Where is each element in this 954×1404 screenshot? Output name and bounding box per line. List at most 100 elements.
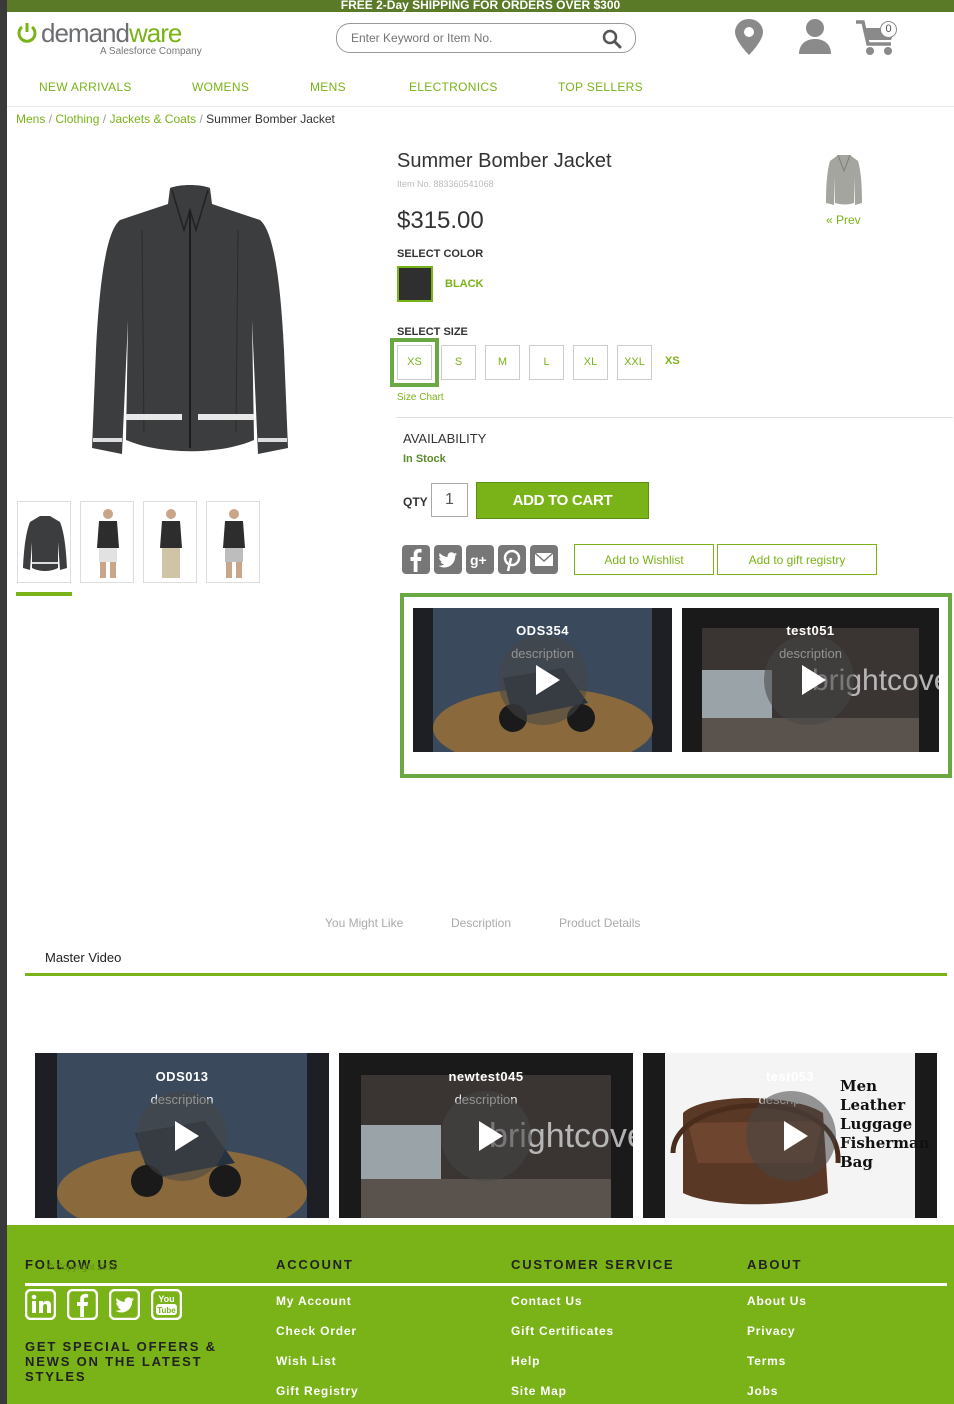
footer-link-about-us[interactable]: About Us <box>747 1294 807 1308</box>
store-locator-icon[interactable] <box>733 18 765 56</box>
tab-product-details[interactable]: Product Details <box>559 916 640 930</box>
size-s[interactable]: S <box>441 345 476 380</box>
breadcrumb: Mens / Clothing / Jackets & Coats / Summ… <box>16 112 335 126</box>
play-icon[interactable] <box>498 635 588 725</box>
add-to-cart-button[interactable]: ADD TO CART <box>476 482 649 519</box>
logo-tagline: A Salesforce Company <box>100 46 202 57</box>
footer-link-my-account[interactable]: My Account <box>276 1294 352 1308</box>
video-thumbnail[interactable]: ODS354 description <box>413 608 672 752</box>
nav-top-sellers[interactable]: TOP SELLERS <box>558 80 643 94</box>
power-icon <box>17 23 37 43</box>
main-nav: NEW ARRIVALS WOMENS MENS ELECTRONICS TOP… <box>7 72 954 107</box>
play-icon[interactable] <box>137 1091 227 1181</box>
facebook-icon[interactable] <box>67 1289 98 1320</box>
nav-womens[interactable]: WOMENS <box>192 80 249 94</box>
product-thumbnail[interactable] <box>17 501 71 583</box>
stock-status: In Stock <box>403 453 446 465</box>
product-thumbnail[interactable] <box>206 501 260 583</box>
item-number: Item No. 883360541068 <box>397 179 494 189</box>
product-thumbnail[interactable] <box>80 501 134 583</box>
footer-link-jobs[interactable]: Jobs <box>747 1384 778 1398</box>
add-to-wishlist-button[interactable]: Add to Wishlist <box>574 544 714 575</box>
product-page: FREE 2-Day SHIPPING FOR ORDERS OVER $300… <box>0 0 954 1404</box>
linkedin-icon[interactable] <box>25 1289 56 1320</box>
size-xxl[interactable]: XXL <box>617 345 652 380</box>
video-title: ODS013 <box>155 1069 209 1084</box>
size-m[interactable]: M <box>485 345 520 380</box>
video-thumbnail[interactable]: newtest045 description brightcove <box>339 1053 633 1218</box>
size-l[interactable]: L <box>529 345 564 380</box>
color-swatch-black[interactable] <box>397 266 433 302</box>
breadcrumb-jackets-coats[interactable]: Jackets & Coats <box>109 112 196 126</box>
play-icon[interactable] <box>441 1091 531 1181</box>
search-icon[interactable] <box>601 29 623 49</box>
promo-banner: FREE 2-Day SHIPPING FOR ORDERS OVER $300 <box>7 0 954 12</box>
breadcrumb-separator: / <box>102 112 107 126</box>
footer-link-gift-certificates[interactable]: Gift Certificates <box>511 1324 614 1338</box>
nav-mens[interactable]: MENS <box>310 80 346 94</box>
demandware-logo[interactable]: demandware A Salesforce Company <box>16 18 216 60</box>
logo-wordmark: demandware <box>41 18 182 48</box>
breadcrumb-clothing[interactable]: Clothing <box>55 112 99 126</box>
video-thumbnail[interactable]: test053 description Men Leather Luggage … <box>643 1053 937 1218</box>
cart-count-badge: 0 <box>880 21 897 38</box>
product-main-image[interactable] <box>80 170 300 470</box>
thumbnail-selected-indicator <box>16 592 72 596</box>
video-overlay-text: Men Leather Luggage Fisherman Bag <box>840 1077 930 1171</box>
master-video-title: Master Video <box>45 950 122 965</box>
newsletter-offers-heading: GET SPECIAL OFFERS & NEWS ON THE LATEST … <box>25 1339 217 1384</box>
product-title: Summer Bomber Jacket <box>397 150 612 172</box>
quantity-input[interactable] <box>431 483 468 517</box>
video-thumbnail[interactable]: ODS013 description <box>35 1053 329 1218</box>
search-box <box>336 23 636 53</box>
footer-link-terms[interactable]: Terms <box>747 1354 786 1368</box>
divider <box>397 417 953 418</box>
footer-divider <box>25 1283 947 1286</box>
google-plus-icon[interactable]: g+ <box>466 545 494 574</box>
select-size-label: SELECT SIZE <box>397 326 468 338</box>
customer-service-heading: CUSTOMER SERVICE <box>511 1257 675 1272</box>
prev-product-link[interactable]: « Prev <box>826 213 861 227</box>
footer-link-contact-us[interactable]: Contact Us <box>511 1294 582 1308</box>
video-thumbnail[interactable]: test051 description brightcove <box>682 608 939 752</box>
prev-product-image[interactable] <box>824 153 864 207</box>
email-icon[interactable] <box>530 545 558 574</box>
size-selection-highlight <box>390 338 439 387</box>
breadcrumb-mens[interactable]: Mens <box>16 112 45 126</box>
play-icon[interactable] <box>764 635 854 725</box>
nav-electronics[interactable]: ELECTRONICS <box>409 80 498 94</box>
footer: FOLLOW US © Copyright 2015 ACCOUNT CUSTO… <box>7 1225 954 1404</box>
twitter-icon[interactable] <box>109 1289 140 1320</box>
facebook-icon[interactable] <box>402 545 430 574</box>
account-icon[interactable] <box>797 18 833 56</box>
model-thumbnail-image <box>97 509 119 578</box>
footer-link-site-map[interactable]: Site Map <box>511 1384 567 1398</box>
svg-text:You: You <box>158 1294 174 1304</box>
footer-link-privacy[interactable]: Privacy <box>747 1324 795 1338</box>
tab-description[interactable]: Description <box>451 916 511 930</box>
search-input[interactable] <box>351 30 591 46</box>
footer-link-check-order[interactable]: Check Order <box>276 1324 357 1338</box>
footer-link-wish-list[interactable]: Wish List <box>276 1354 336 1368</box>
select-color-label: SELECT COLOR <box>397 248 484 260</box>
product-price: $315.00 <box>397 207 484 234</box>
cart-button[interactable]: 0 <box>855 18 901 58</box>
play-icon[interactable] <box>746 1091 836 1181</box>
size-xl[interactable]: XL <box>573 345 608 380</box>
qty-label: QTY <box>403 495 428 509</box>
footer-link-help[interactable]: Help <box>511 1354 540 1368</box>
product-thumbnail[interactable] <box>143 501 197 583</box>
nav-new-arrivals[interactable]: NEW ARRIVALS <box>39 80 132 94</box>
copyright: © Copyright 2015 <box>47 1262 118 1272</box>
breadcrumb-separator: / <box>199 112 203 126</box>
pinterest-icon[interactable] <box>498 545 526 574</box>
left-edge-bar <box>0 0 7 1404</box>
youtube-icon[interactable]: You Tube <box>151 1289 182 1320</box>
add-to-gift-registry-button[interactable]: Add to gift registry <box>717 544 877 575</box>
size-chart-link[interactable]: Size Chart <box>397 392 444 403</box>
availability-label: AVAILABILITY <box>403 431 487 446</box>
footer-link-gift-registry[interactable]: Gift Registry <box>276 1384 358 1398</box>
twitter-icon[interactable] <box>434 545 462 574</box>
tab-you-might-like[interactable]: You Might Like <box>325 916 403 930</box>
model-thumbnail-image <box>160 509 182 578</box>
